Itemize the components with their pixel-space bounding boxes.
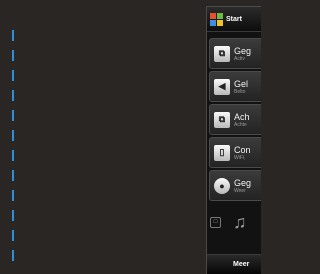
tile-title: Geg bbox=[234, 45, 252, 56]
phone-icon: ▯ bbox=[214, 144, 230, 161]
music-note-icon[interactable]: ♫ bbox=[233, 212, 247, 233]
tile-wallpaper[interactable]: ⧉ Ach Achte bbox=[209, 104, 261, 135]
tile-connections[interactable]: ▯ Con WiFi, bbox=[209, 137, 261, 168]
start-label[interactable]: Start bbox=[226, 16, 242, 23]
windows-logo-icon[interactable] bbox=[210, 12, 223, 26]
tile-subtitle: Activ bbox=[234, 55, 245, 62]
location-icon: ● bbox=[214, 177, 230, 194]
small-media-icon[interactable]: □ bbox=[210, 216, 221, 228]
tile-location[interactable]: ● Geg Weer bbox=[209, 170, 261, 201]
tile-title: Geg bbox=[234, 177, 252, 188]
tile-title: Gel bbox=[234, 78, 249, 89]
dashed-guide-line bbox=[12, 30, 14, 262]
tile-subtitle: Belto bbox=[234, 88, 246, 95]
tile-sound[interactable]: ◀ Gel Belto bbox=[209, 71, 261, 102]
tile-title: Ach bbox=[234, 111, 250, 122]
tile-title: Con bbox=[234, 144, 251, 155]
tile-subtitle: Weer bbox=[234, 187, 246, 194]
tile-data[interactable]: ⧉ Geg Activ bbox=[209, 38, 261, 69]
more-softkey-button[interactable]: Meer bbox=[233, 261, 249, 268]
media-row: □ ♫ bbox=[207, 207, 261, 237]
phone-screen: Start ⧉ Geg Activ ◀ Gel Belto ⧉ Ach Acht… bbox=[206, 6, 261, 274]
soft-key-bar: Meer bbox=[207, 254, 261, 274]
settings-tile-list: ⧉ Geg Activ ◀ Gel Belto ⧉ Ach Achte ▯ Co… bbox=[207, 32, 261, 201]
tile-subtitle: Achte bbox=[234, 121, 247, 128]
tile-subtitle: WiFi, bbox=[234, 154, 246, 161]
start-bar[interactable]: Start bbox=[207, 7, 261, 32]
speaker-icon: ◀ bbox=[214, 78, 230, 95]
data-icon: ⧉ bbox=[214, 45, 230, 62]
wallpaper-icon: ⧉ bbox=[214, 111, 230, 128]
